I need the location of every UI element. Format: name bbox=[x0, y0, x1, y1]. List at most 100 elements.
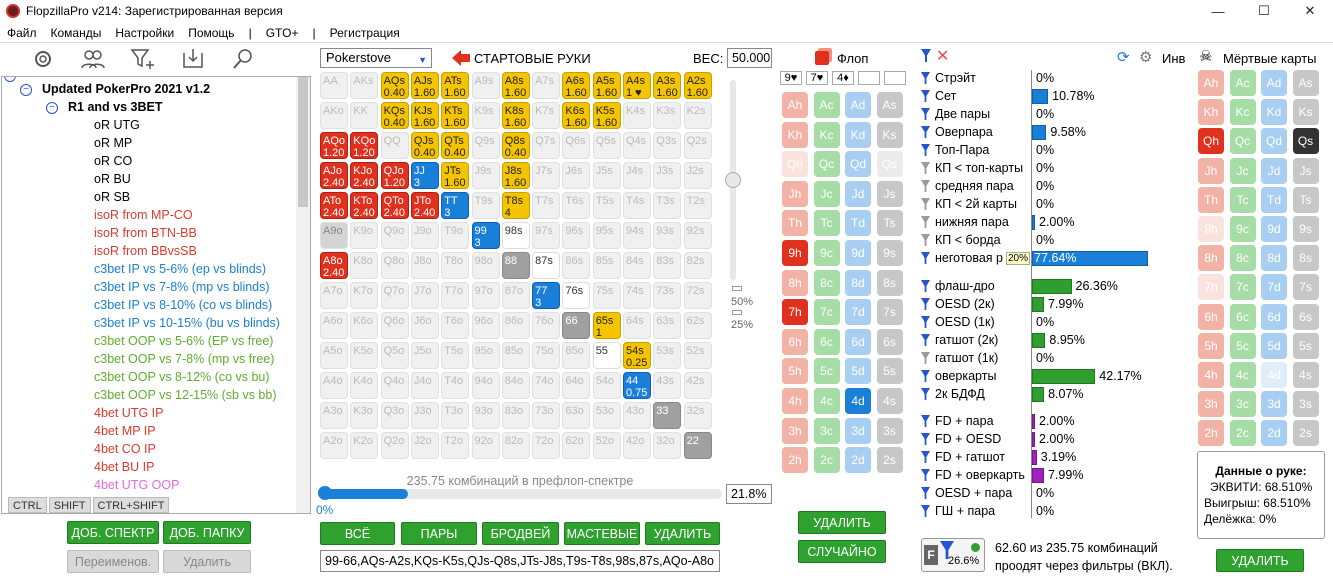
hand-cell[interactable]: A9s bbox=[471, 72, 500, 99]
hand-cell[interactable]: J3o bbox=[410, 402, 439, 429]
weight-input[interactable]: 50.000 bbox=[727, 48, 772, 68]
delete-spectrum-button[interactable]: Удалить bbox=[163, 550, 251, 573]
dead-card-3c[interactable]: 3c bbox=[1229, 391, 1256, 418]
flop-card-3c[interactable]: 3c bbox=[813, 417, 840, 444]
hand-cell[interactable]: AQs 0.40 bbox=[380, 72, 409, 99]
flop-card-4d[interactable]: 4d bbox=[845, 388, 871, 414]
hand-cell[interactable]: 93s bbox=[653, 222, 682, 249]
hand-cell[interactable]: T6s bbox=[562, 192, 591, 219]
dead-card-Ad[interactable]: Ad bbox=[1261, 70, 1287, 96]
hand-cell[interactable]: J6o bbox=[410, 312, 439, 339]
hand-cell[interactable]: Q2o bbox=[380, 432, 409, 459]
flop-card-5s[interactable]: 5s bbox=[876, 358, 903, 385]
filter-icon[interactable] bbox=[921, 49, 931, 62]
menu-help[interactable]: Помощь bbox=[181, 26, 241, 40]
hand-cell[interactable]: Q8s 0.40 bbox=[501, 132, 530, 159]
flop-card-5d[interactable]: 5d bbox=[845, 358, 871, 385]
hand-cell[interactable]: 73s bbox=[653, 282, 682, 309]
menu-settings[interactable]: Настройки bbox=[108, 26, 181, 40]
dead-card-2h[interactable]: 2h bbox=[1198, 420, 1224, 447]
range-text-input[interactable]: 99-66,AQs-A2s,KQs-K5s,QJs-Q8s,JTs-J8s,T9… bbox=[320, 550, 720, 572]
tree-item[interactable]: c3bet OOP vs 12-15% (sb vs bb) bbox=[94, 387, 277, 404]
ctrl-shift-key[interactable]: CTRL+SHIFT bbox=[92, 497, 170, 513]
hand-cell[interactable]: Q5s bbox=[592, 132, 621, 159]
close-button[interactable]: ✕ bbox=[1287, 0, 1333, 22]
dead-card-4s[interactable]: 4s bbox=[1292, 362, 1319, 388]
dead-card-Td[interactable]: Td bbox=[1261, 186, 1287, 213]
hand-cell[interactable]: Q6s bbox=[562, 132, 591, 159]
tree-item[interactable]: c3bet IP vs 10-15% (bu vs blinds) bbox=[94, 315, 280, 332]
flop-card-5c[interactable]: 5c bbox=[813, 358, 840, 385]
flop-card-7d[interactable]: 7d bbox=[845, 299, 871, 326]
hand-cell[interactable]: T7s bbox=[532, 192, 561, 219]
hand-cell[interactable]: JJ 3 bbox=[410, 162, 439, 189]
dead-card-9h[interactable]: 9h bbox=[1198, 216, 1224, 242]
flop-card-Qh[interactable]: Qh bbox=[782, 151, 808, 178]
hand-cell[interactable]: 65s 1 bbox=[592, 312, 621, 339]
hand-cell[interactable]: 86o bbox=[501, 312, 530, 339]
hand-cell[interactable]: J2o bbox=[410, 432, 439, 459]
menu-gto[interactable]: GTO+ bbox=[259, 26, 306, 40]
hand-cell[interactable]: 22 bbox=[683, 432, 712, 459]
hand-cell[interactable]: Q9o bbox=[380, 222, 409, 249]
stat-filter-icon[interactable] bbox=[921, 451, 930, 463]
hand-cell[interactable]: 93o bbox=[471, 402, 500, 429]
hand-cell[interactable]: KTo 2.40 bbox=[350, 192, 379, 219]
tree-item[interactable]: c3bet OOP vs 5-6% (EP vs free) bbox=[94, 333, 273, 350]
hand-cell[interactable]: T4o bbox=[441, 372, 470, 399]
flop-card-Ac[interactable]: Ac bbox=[813, 92, 840, 118]
range-progress[interactable] bbox=[318, 486, 722, 500]
flop-card-7c[interactable]: 7c bbox=[813, 299, 840, 326]
hand-cell[interactable]: J7o bbox=[410, 282, 439, 309]
flop-slot-5[interactable] bbox=[884, 71, 906, 85]
hand-cell[interactable]: Q3s bbox=[653, 132, 682, 159]
hand-cell[interactable]: Q4o bbox=[380, 372, 409, 399]
dead-card-6h[interactable]: 6h bbox=[1198, 303, 1224, 330]
stat-filter-icon[interactable] bbox=[921, 126, 930, 138]
broadway-button[interactable]: БРОДВЕЙ bbox=[482, 522, 559, 545]
add-spectrum-button[interactable]: ДОБ. СПЕКТР bbox=[67, 521, 159, 544]
add-folder-button[interactable]: ДОБ. ПАПКУ bbox=[163, 521, 251, 544]
hand-cell[interactable]: A3s 1.60 bbox=[653, 72, 682, 99]
stat-filter-icon[interactable] bbox=[921, 144, 930, 156]
hand-cell[interactable]: 86s bbox=[562, 252, 591, 279]
range-tree[interactable]: −−Updated PokerPro 2021 v1.2−R1 and vs 3… bbox=[1, 76, 311, 514]
hand-cell[interactable]: 42o bbox=[623, 432, 651, 459]
hand-cell[interactable]: T3s bbox=[653, 192, 682, 219]
stat-row[interactable]: Оверпара bbox=[921, 124, 993, 140]
hand-cell[interactable]: 99 3 bbox=[471, 222, 500, 249]
hand-cell[interactable]: 84s bbox=[623, 252, 651, 279]
stat-filter-icon[interactable] bbox=[921, 162, 930, 174]
flop-slot-3[interactable]: 4♦ bbox=[832, 71, 854, 85]
flop-card-8s[interactable]: 8s bbox=[876, 269, 903, 296]
dead-card-7d[interactable]: 7d bbox=[1261, 274, 1287, 301]
hand-cell[interactable]: 62o bbox=[562, 432, 591, 459]
hand-cell[interactable]: K3s bbox=[653, 102, 682, 129]
stat-row[interactable]: OESD + пара bbox=[921, 485, 1012, 501]
rename-button[interactable]: Переименов. bbox=[67, 550, 159, 573]
hand-cell[interactable]: 72s bbox=[683, 282, 712, 309]
hand-cell[interactable]: J7s bbox=[532, 162, 561, 189]
hand-cell[interactable]: A8o 2.40 bbox=[320, 252, 348, 279]
dead-card-Ah[interactable]: Ah bbox=[1198, 70, 1224, 96]
hand-cell[interactable]: 43s bbox=[653, 372, 682, 399]
stat-row[interactable]: ГШ + пара bbox=[921, 503, 995, 519]
dead-card-Ac[interactable]: Ac bbox=[1229, 70, 1256, 96]
hand-cell[interactable]: T8o bbox=[441, 252, 470, 279]
hand-cell[interactable]: T6o bbox=[441, 312, 470, 339]
flop-card-Kc[interactable]: Kc bbox=[813, 121, 840, 148]
dead-card-Qh[interactable]: Qh bbox=[1198, 128, 1224, 155]
flop-card-As[interactable]: As bbox=[876, 92, 903, 118]
hand-cell[interactable]: QJs 0.40 bbox=[410, 132, 439, 159]
weight-slider[interactable] bbox=[725, 80, 741, 280]
stat-filter-icon[interactable] bbox=[921, 433, 930, 445]
hand-cell[interactable]: Q9s bbox=[471, 132, 500, 159]
dead-card-4c[interactable]: 4c bbox=[1229, 362, 1256, 388]
flop-card-9c[interactable]: 9c bbox=[813, 240, 840, 266]
range-source-select[interactable]: Pokerstove bbox=[320, 48, 432, 69]
tree-item[interactable]: c3bet IP vs 7-8% (mp vs blinds) bbox=[94, 279, 270, 296]
stat-filter-icon[interactable] bbox=[921, 108, 930, 120]
hand-cell[interactable]: Q8o bbox=[380, 252, 409, 279]
hand-cell[interactable]: 98s bbox=[501, 222, 530, 249]
flop-card-6s[interactable]: 6s bbox=[876, 328, 903, 355]
